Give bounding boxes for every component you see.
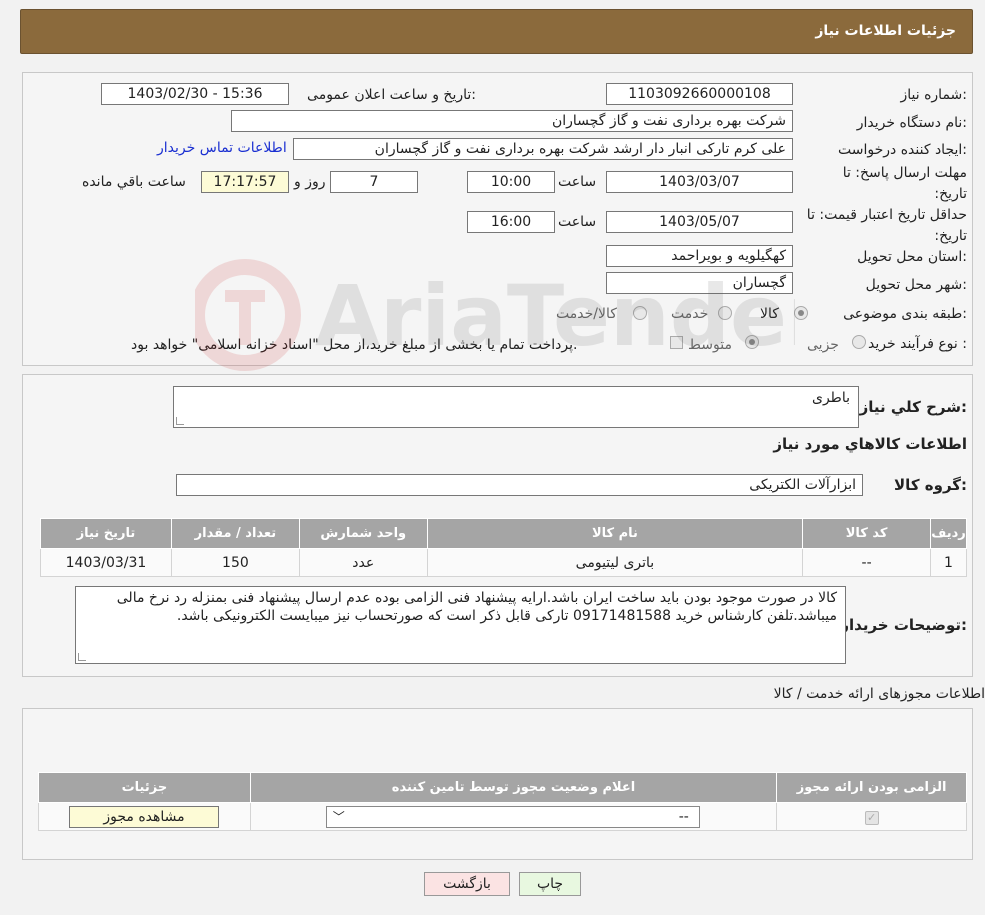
category-label: طبقه بندی موضوعی: <box>843 306 967 322</box>
days-field: 7 <box>330 171 418 193</box>
announce-field: 1403/02/30 - 15:36 <box>101 83 289 105</box>
back-button[interactable]: بازگشت <box>424 872 510 896</box>
reply-date-field: 1403/03/07 <box>606 171 793 193</box>
province-label: استان محل تحویل: <box>857 249 967 265</box>
remaining-label: ساعت باقي مانده <box>82 174 186 190</box>
goods-section-title: اطلاعات کالاهاي مورد نياز <box>773 435 967 453</box>
validity-time-field: 16:00 <box>467 211 555 233</box>
permits-table-header: الزامی بودن ارائه مجوز اعلام وضعیت مجوز … <box>38 772 967 803</box>
buyer-label: نام دستگاه خریدار: <box>856 115 967 131</box>
purchase-radio-minor[interactable] <box>852 335 866 349</box>
reply-time-label: ساعت <box>558 174 597 190</box>
goods-group-field: ابزارآلات الکتریکی <box>176 474 863 496</box>
creator-label: ایجاد کننده درخواست: <box>838 142 967 158</box>
announce-label: تاریخ و ساعت اعلان عمومی: <box>307 87 476 103</box>
cell-date: 1403/03/31 <box>40 548 172 577</box>
goods-table: رديف کد کالا نام کالا واحد شمارش تعداد /… <box>40 518 967 577</box>
buyer-field: شرکت بهره برداری نفت و گاز گچساران <box>231 110 793 132</box>
cell-unit: عدد <box>298 548 428 577</box>
cell-row: 1 <box>930 548 967 577</box>
buyer-notes-textarea[interactable]: کالا در صورت موجود بودن باید ساخت ایران … <box>75 586 846 664</box>
print-button[interactable]: چاپ <box>519 872 581 896</box>
required-checkbox: ✓ <box>864 810 879 825</box>
col-date: تاريخ نياز <box>40 518 172 549</box>
city-label: شهر محل تحویل: <box>865 277 967 293</box>
summary-label: شرح کلي نياز: <box>859 398 967 416</box>
view-permit-button[interactable]: مشاهده مجوز <box>69 806 219 828</box>
need-number-field: 1103092660000108 <box>606 83 793 105</box>
page-title: جزئیات اطلاعات نیاز <box>815 23 956 39</box>
validity-label: حداقل تاریخ اعتبار قیمت: تا تاریخ: <box>806 207 967 244</box>
validity-time-label: ساعت <box>558 214 597 230</box>
col-status: اعلام وضعیت مجوز توسط تامین کننده <box>249 772 778 803</box>
cell-code: -- <box>802 548 932 577</box>
cell-qty: 150 <box>170 548 300 577</box>
days-label: روز و <box>294 174 326 190</box>
purchase-type-label: نوع فرآیند خرید : <box>868 336 967 352</box>
col-code: کد کالا <box>802 518 932 549</box>
status-select-value: -- <box>678 809 689 825</box>
resize-grip-icon[interactable] <box>78 653 86 661</box>
watermark-text: AriaTender.neT <box>315 267 795 365</box>
watermark-logo: AriaTender.neT <box>195 259 795 371</box>
goods-group-label: گروه کالا: <box>894 476 967 494</box>
summary-textarea[interactable]: باطری <box>173 386 859 428</box>
buyer-contact-link[interactable]: اطلاعات تماس خریدار <box>157 140 287 156</box>
col-unit: واحد شمارش <box>298 518 428 549</box>
buyer-notes-label: توضیحات خریدار: <box>840 616 967 634</box>
col-qty: تعداد / مقدار <box>170 518 300 549</box>
cell-details: مشاهده مجوز <box>38 802 251 831</box>
col-required: الزامی بودن ارائه مجوز <box>776 772 967 803</box>
summary-text: باطری <box>812 390 850 406</box>
col-row: رديف <box>930 518 967 549</box>
resize-grip-icon[interactable] <box>176 417 184 425</box>
table-row: ✓ ﹀ -- مشاهده مجوز <box>38 802 967 831</box>
cell-required: ✓ <box>776 802 967 831</box>
col-details: جزئیات <box>38 772 251 803</box>
need-number-label: شماره نیاز: <box>900 87 967 103</box>
select-chevron-down-icon: ﹀ <box>332 810 345 824</box>
purchase-minor-label: جزیی <box>807 337 839 353</box>
remaining-time-field: 17:17:57 <box>201 171 289 193</box>
col-name: نام کالا <box>426 518 804 549</box>
goods-table-header: رديف کد کالا نام کالا واحد شمارش تعداد /… <box>40 518 967 549</box>
page-header: جزئیات اطلاعات نیاز <box>20 9 973 54</box>
validity-date-field: 1403/05/07 <box>606 211 793 233</box>
status-select[interactable]: ﹀ -- <box>325 806 700 828</box>
cell-status: ﹀ -- <box>249 802 778 831</box>
buyer-notes-text: کالا در صورت موجود بودن باید ساخت ایران … <box>116 590 837 624</box>
reply-time-field: 10:00 <box>467 171 555 193</box>
creator-field: علی کرم تارکی انبار دار ارشد شرکت بهره ب… <box>293 138 793 160</box>
reply-deadline-label: مهلت ارسال پاسخ: تا تاریخ: <box>842 165 967 202</box>
category-radio-goods[interactable] <box>794 306 808 320</box>
permits-table: الزامی بودن ارائه مجوز اعلام وضعیت مجوز … <box>38 772 967 831</box>
permits-title: اطلاعات مجوزهای ارائه خدمت / کالا <box>773 686 985 702</box>
cell-name: باتری لیتیومی <box>426 548 804 577</box>
table-row: 1 -- باتری لیتیومی عدد 150 1403/03/31 <box>40 548 967 577</box>
